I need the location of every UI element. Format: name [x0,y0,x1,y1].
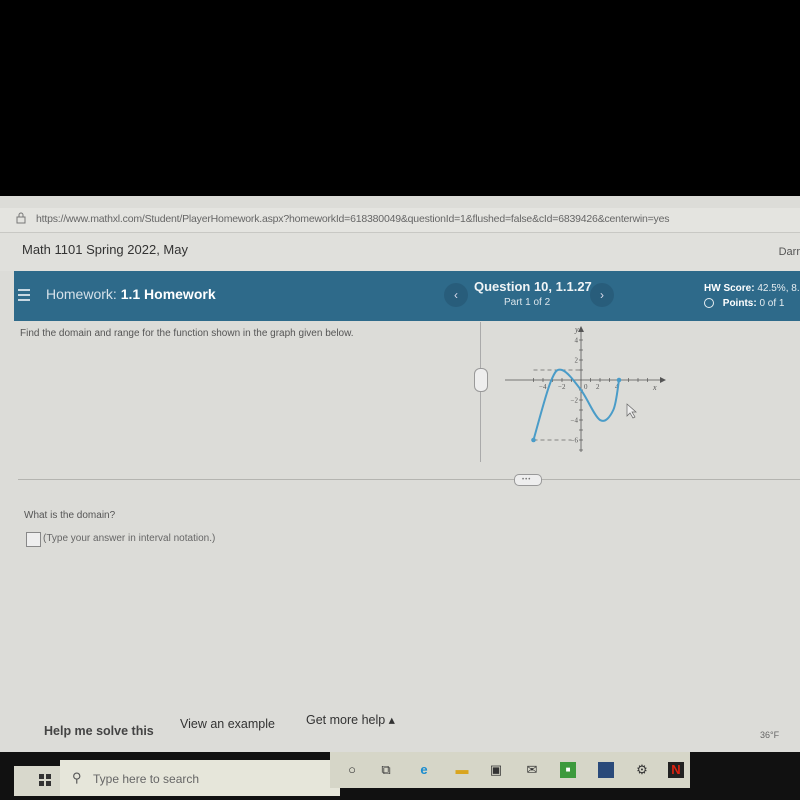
question-prompt: Find the domain and range for the functi… [20,328,354,339]
x-axis-label: x [652,383,657,392]
y-tick-label: 2 [575,357,579,365]
homework-name: 1.1 Homework [120,286,216,302]
mouse-cursor-icon [626,403,637,419]
get-more-help-button[interactable]: Get more help ▴ [306,712,395,727]
hw-score[interactable]: HW Score: 42.5%, 8.5 [704,283,800,294]
x-tick-label: −2 [558,383,566,391]
previous-question-button[interactable]: ‹ [444,283,468,307]
homework-label: Homework: [46,286,117,302]
settings-gear-icon[interactable]: ⚙ [634,762,650,778]
status-circle-icon [704,298,714,308]
y-axis-label: y [574,325,579,334]
x-tick-label: 2 [596,383,600,391]
weather-readout[interactable]: 36°F [760,730,779,740]
url-text[interactable]: https://www.mathxl.com/Student/PlayerHom… [36,213,670,225]
screen: https://www.mathxl.com/Student/PlayerHom… [0,196,800,800]
homework-bar: Homework: 1.1 Homework ‹ Question 10, 1.… [14,271,800,321]
pane-resize-handle[interactable] [474,368,488,392]
task-view-icon[interactable]: ⧉ [378,762,394,778]
menu-icon[interactable] [18,289,30,301]
lock-icon [16,212,26,224]
points-value: 0 of 1 [759,298,785,309]
search-icon: ⚲ [72,770,82,785]
right-endpoint [616,377,622,383]
file-explorer-icon[interactable]: ▬ [454,762,470,778]
section-resize-handle[interactable]: ••• [514,474,542,486]
taskbar-search[interactable]: ⚲ Type here to search [60,760,340,796]
taskbar: ⚲ Type here to search ○ ⧉ e ▬ ▣ ✉ ■ ⚙ N [0,752,800,800]
function-graph: x y −4 −2 0 2 442−2−4−6 [505,325,666,452]
course-title[interactable]: Math 1101 Spring 2022, May [22,242,188,257]
course-bar: Math 1101 Spring 2022, May Darr [0,233,800,271]
x-axis-arrow-icon [660,377,666,383]
edge-browser-icon[interactable]: e [416,762,432,778]
points-label: Points: [722,298,757,309]
y-axis-arrow-icon [578,326,584,332]
taskbar-icons: ○ ⧉ e ▬ ▣ ✉ ■ ⚙ N [330,752,690,788]
app-icon[interactable]: ■ [560,762,576,778]
user-name[interactable]: Darr [779,246,800,258]
section-divider [18,479,800,480]
x-tick-label: 0 [584,383,588,391]
cortana-icon[interactable]: ○ [344,762,360,778]
left-endpoint [531,437,536,443]
hw-score-value: 42.5%, 8.5 [757,283,800,294]
view-example-button[interactable]: View an example [180,717,275,731]
windows-start-icon[interactable] [39,774,51,786]
y-tick-label: 4 [575,337,579,345]
next-question-button[interactable]: › [590,283,614,307]
address-bar[interactable]: https://www.mathxl.com/Student/PlayerHom… [0,208,800,233]
hw-score-label: HW Score: [704,283,755,294]
domain-question: What is the domain? [24,510,116,521]
help-me-solve-button[interactable]: Help me solve this [44,724,154,738]
search-placeholder: Type here to search [93,772,200,786]
points: Points: 0 of 1 [704,298,784,309]
mail-icon[interactable]: ✉ [524,762,540,778]
domain-answer-input[interactable] [26,532,41,547]
question-title: Question 10, 1.1.27 [474,279,592,294]
x-tick-label: −4 [539,383,547,391]
question-part: Part 1 of 2 [504,297,551,308]
y-tick-label: −4 [571,417,579,425]
game-app-icon[interactable] [598,762,614,778]
netflix-icon[interactable]: N [668,762,684,778]
y-tick-label: −6 [571,437,579,445]
store-icon[interactable]: ▣ [488,762,504,778]
homework-title: Homework: 1.1 Homework [46,286,216,302]
pane-divider [480,322,481,462]
answer-hint: (Type your answer in interval notation.) [43,533,216,544]
y-tick-label: −2 [571,397,579,405]
